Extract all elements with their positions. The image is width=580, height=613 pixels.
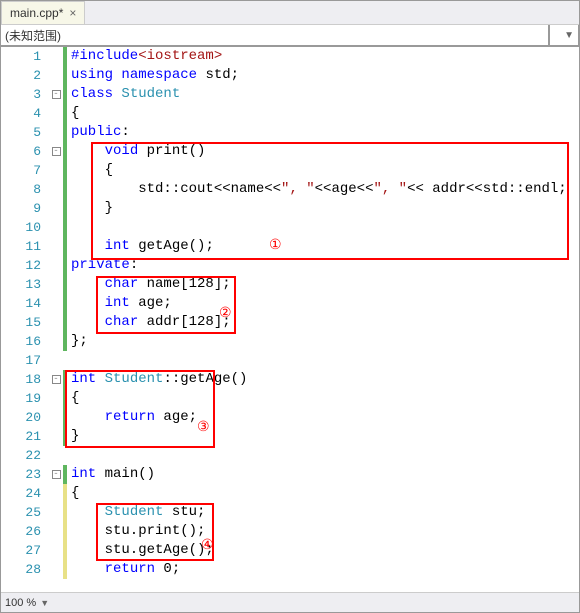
file-tab[interactable]: main.cpp* × (1, 1, 85, 24)
line-number: 28 (1, 560, 49, 579)
chevron-down-icon: ▼ (564, 30, 574, 41)
line-number: 14 (1, 294, 49, 313)
line-number: 24 (1, 484, 49, 503)
zoom-level[interactable]: 100 % (5, 597, 36, 609)
line-number: 6 (1, 142, 49, 161)
line-number: 3 (1, 85, 49, 104)
fold-icon[interactable]: - (52, 147, 61, 156)
line-number: 10 (1, 218, 49, 237)
line-number: 23 (1, 465, 49, 484)
line-number: 9 (1, 199, 49, 218)
line-number: 21 (1, 427, 49, 446)
line-number: 7 (1, 161, 49, 180)
tab-title: main.cpp* (10, 6, 63, 20)
line-number: 22 (1, 446, 49, 465)
tab-bar: main.cpp* × (1, 1, 579, 25)
fold-icon[interactable]: - (52, 470, 61, 479)
line-number: 26 (1, 522, 49, 541)
line-number: 27 (1, 541, 49, 560)
line-number: 15 (1, 313, 49, 332)
scope-dropdown-right[interactable]: ▼ (549, 25, 579, 46)
line-number: 17 (1, 351, 49, 370)
line-number: 8 (1, 180, 49, 199)
line-number: 18 (1, 370, 49, 389)
fold-icon[interactable]: - (52, 90, 61, 99)
line-number: 25 (1, 503, 49, 522)
line-number: 4 (1, 104, 49, 123)
line-number: 11 (1, 237, 49, 256)
scope-label: (未知范围) (5, 27, 61, 44)
chevron-down-icon[interactable]: ▼ (40, 598, 49, 608)
line-number: 20 (1, 408, 49, 427)
line-number: 13 (1, 275, 49, 294)
close-icon[interactable]: × (69, 6, 76, 20)
line-number: 16 (1, 332, 49, 351)
scope-bar: (未知范围) ▼ (1, 25, 579, 47)
line-number: 2 (1, 66, 49, 85)
line-number: 12 (1, 256, 49, 275)
fold-icon[interactable]: - (52, 375, 61, 384)
line-number: 5 (1, 123, 49, 142)
line-number: 19 (1, 389, 49, 408)
status-bar: 100 % ▼ (1, 592, 579, 612)
scope-dropdown[interactable]: (未知范围) (1, 25, 549, 46)
code-editor[interactable]: 1#include<iostream> 2using namespace std… (1, 47, 579, 592)
line-number: 1 (1, 47, 49, 66)
